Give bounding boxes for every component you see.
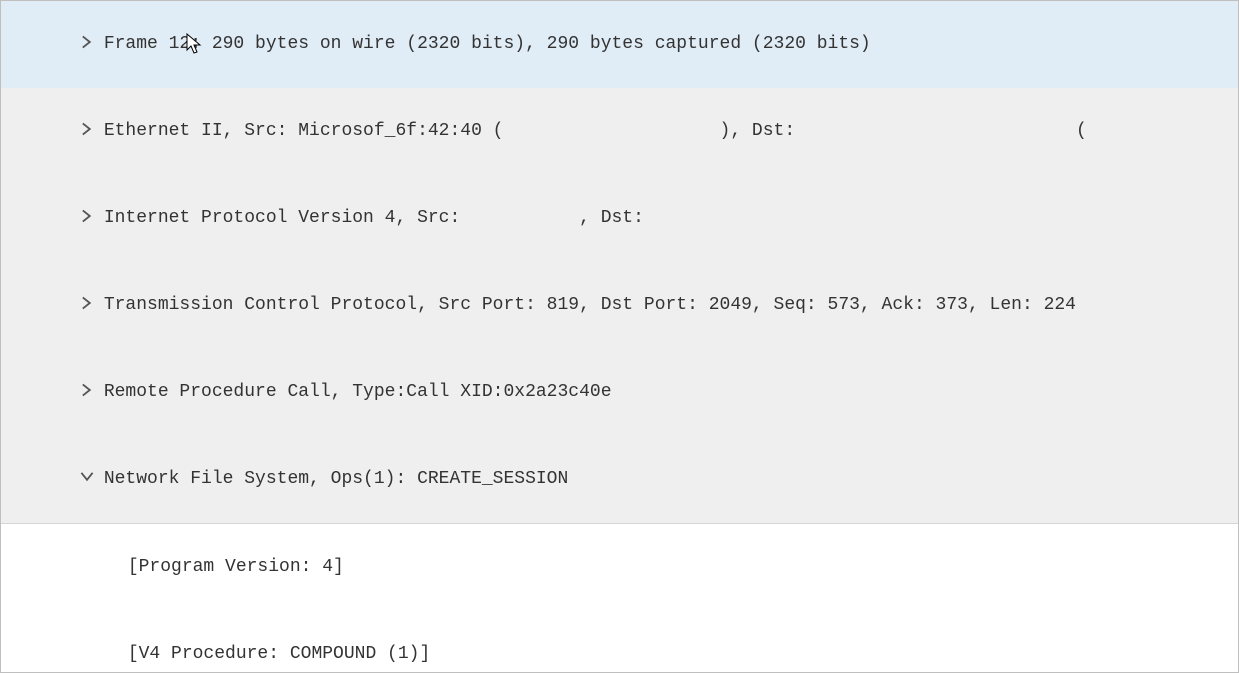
tree-row-ethernet[interactable]: Ethernet II, Src: Microsof_6f:42:40 ( ),… [1,88,1238,175]
row-text: Frame 12: 290 bytes on wire (2320 bits),… [104,34,871,54]
packet-details-panel: Frame 12: 290 bytes on wire (2320 bits),… [0,0,1239,673]
chevron-right-icon[interactable] [80,30,104,59]
tree-row-ip[interactable]: Internet Protocol Version 4, Src: , Dst: [1,175,1238,262]
tree-row-program-version[interactable]: [Program Version: 4] [1,524,1238,611]
chevron-right-icon[interactable] [80,204,104,233]
row-text: [V4 Procedure: COMPOUND (1)] [128,644,430,664]
row-text: Internet Protocol Version 4, Src: , Dst: [104,208,644,228]
tree-row-nfs[interactable]: Network File System, Ops(1): CREATE_SESS… [1,436,1238,523]
tree-row-frame[interactable]: Frame 12: 290 bytes on wire (2320 bits),… [1,1,1238,88]
row-text: Network File System, Ops(1): CREATE_SESS… [104,469,568,489]
chevron-down-icon[interactable] [80,465,104,494]
chevron-right-icon[interactable] [80,378,104,407]
row-text: Remote Procedure Call, Type:Call XID:0x2… [104,382,612,402]
row-text: Ethernet II, Src: Microsof_6f:42:40 ( ),… [104,121,1087,141]
tree-row-tcp[interactable]: Transmission Control Protocol, Src Port:… [1,262,1238,349]
nfs-details: [Program Version: 4] [V4 Procedure: COMP… [1,524,1238,673]
row-text: Transmission Control Protocol, Src Port:… [104,295,1076,315]
chevron-right-icon[interactable] [80,117,104,146]
chevron-right-icon[interactable] [80,291,104,320]
tree-row-rpc[interactable]: Remote Procedure Call, Type:Call XID:0x2… [1,349,1238,436]
protocol-summary-block: Frame 12: 290 bytes on wire (2320 bits),… [1,1,1238,524]
row-text: [Program Version: 4] [128,557,344,577]
tree-row-v4-procedure[interactable]: [V4 Procedure: COMPOUND (1)] [1,611,1238,673]
